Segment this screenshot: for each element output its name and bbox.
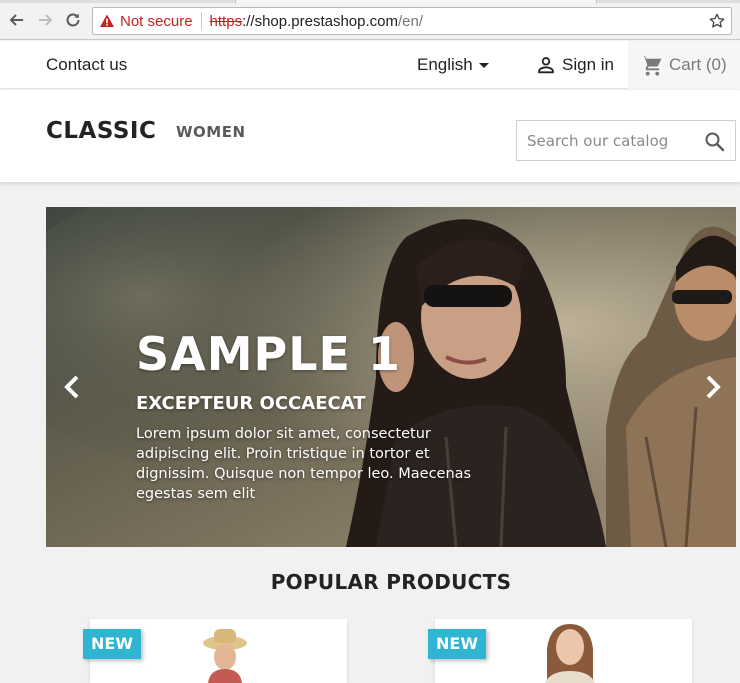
top-nav: Contact us English Sign in Cart (0) [0,41,740,89]
menu-item-women[interactable]: WOMEN [176,123,246,141]
reload-button[interactable] [62,9,84,31]
bookmark-star-icon[interactable] [709,13,725,29]
forward-button[interactable] [34,9,56,31]
language-label: English [417,55,473,74]
browser-toolbar: Not secure https://shop.prestashop.com/e… [0,0,740,40]
section-title: POPULAR PRODUCTS [270,570,512,594]
new-badge: NEW [428,629,486,659]
arrow-left-icon [9,14,23,26]
store-logo[interactable]: CLASSIC [46,118,156,144]
hero-carousel[interactable]: SAMPLE 1 EXCEPTEUR OCCAECAT Lorem ipsum … [46,207,736,547]
security-status[interactable]: Not secure [120,13,193,30]
new-badge: NEW [83,629,141,659]
search-input[interactable] [527,131,707,150]
search-icon[interactable] [704,131,725,152]
carousel-prev-button[interactable] [59,371,85,403]
slide-subtitle: EXCEPTEUR OCCAECAT [136,393,366,414]
arrow-right-icon [39,14,53,26]
cart-button[interactable]: Cart (0) [628,41,740,89]
chevron-right-icon [706,375,721,399]
carousel-next-button[interactable] [700,371,726,403]
active-tab-edge[interactable] [235,0,597,3]
sign-in-link[interactable]: Sign in [535,54,614,76]
reload-icon [66,13,80,27]
url-text[interactable]: https://shop.prestashop.com/en/ [210,13,423,30]
contact-us-link[interactable]: Contact us [46,55,127,75]
tab-strip [0,0,740,3]
caret-down-icon [478,62,489,68]
chevron-left-icon [64,375,79,399]
language-selector[interactable]: English [417,55,489,75]
slide-description: Lorem ipsum dolor sit amet, consectetur … [136,426,472,502]
address-bar[interactable]: Not secure https://shop.prestashop.com/e… [92,7,732,35]
cart-label: Cart (0) [669,55,727,74]
warning-icon[interactable] [99,13,115,29]
url-scheme: https [209,12,243,30]
user-icon [538,57,554,74]
divider [200,12,202,30]
shopping-cart-icon [640,55,662,76]
back-button[interactable] [6,9,28,31]
site-header: CLASSIC WOMEN [0,90,740,182]
url-path: /en/ [398,12,424,30]
url-host: ://shop.prestashop.com [242,12,398,30]
sign-in-label: Sign in [562,55,614,74]
slide-title: SAMPLE 1 [136,327,401,381]
search-box [516,120,736,161]
